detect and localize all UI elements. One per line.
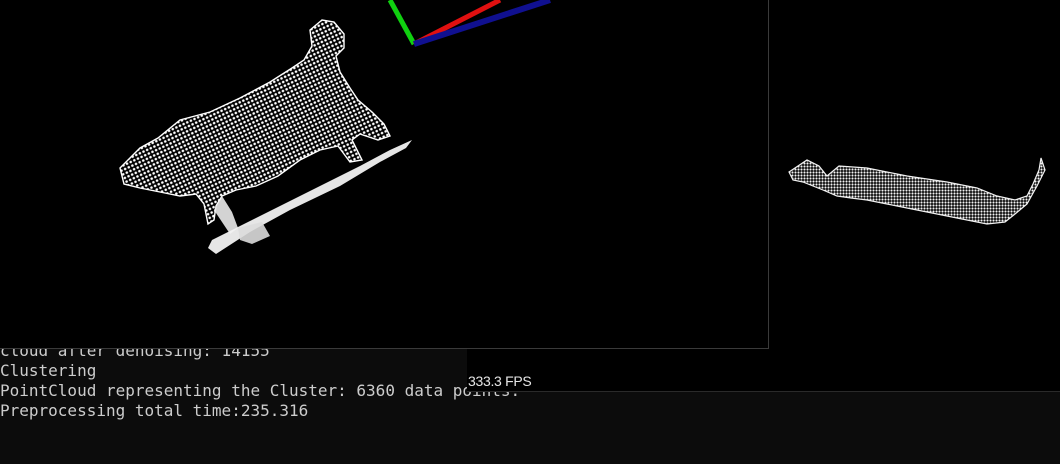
point-cloud-viewer-main[interactable]	[0, 0, 769, 349]
cluster-point-cloud	[788, 157, 1046, 225]
axis-y-line	[387, 0, 417, 46]
animal-point-cloud	[119, 19, 391, 226]
point-cloud-render-main	[119, 0, 551, 254]
console-line: Clustering	[0, 361, 97, 380]
console-line: PointCloud representing the Cluster: 636…	[0, 381, 521, 400]
fps-counter: 333.3 FPS	[468, 373, 532, 389]
console-line: Preprocessing total time:235.316	[0, 401, 309, 420]
